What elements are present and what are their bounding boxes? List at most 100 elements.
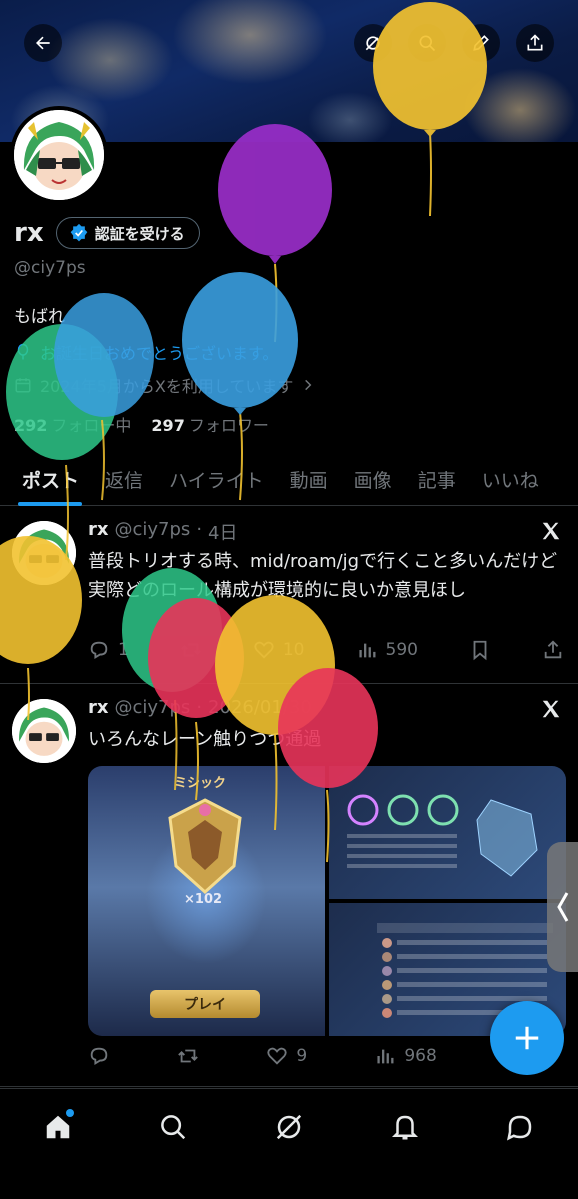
tab-videos[interactable]: 動画	[277, 452, 341, 506]
bookmark-button[interactable]	[469, 639, 491, 661]
repost-button[interactable]	[177, 1045, 199, 1067]
bell-icon	[391, 1115, 418, 1140]
share-button[interactable]	[516, 24, 554, 62]
post-author-name[interactable]: rx	[88, 697, 109, 718]
tab-posts[interactable]: ポスト	[0, 452, 92, 506]
avatar-illustration	[12, 521, 76, 585]
like-button[interactable]: 10	[253, 639, 305, 661]
grok-button[interactable]	[354, 24, 392, 62]
stats-panel-graphic	[347, 794, 538, 877]
following-link[interactable]: 292 フォロー中	[14, 412, 131, 436]
post-separator: ·	[196, 519, 203, 540]
nav-search[interactable]	[153, 1107, 193, 1147]
followers-count: 297	[151, 416, 185, 435]
rank-label: ミシック	[174, 776, 227, 791]
post-media-grid[interactable]: ミシック ×102 プレイ	[88, 766, 566, 1036]
post-share-button[interactable]	[542, 639, 564, 661]
balloon-icon	[218, 124, 332, 343]
verified-badge-icon	[70, 223, 87, 242]
repost-icon	[178, 1049, 198, 1063]
grok-icon	[365, 36, 380, 51]
bottom-navigation	[0, 1088, 578, 1199]
view-count: 968	[404, 1046, 437, 1066]
balloon-icon	[17, 343, 29, 360]
back-button[interactable]	[24, 24, 62, 62]
plus-icon	[515, 1026, 539, 1050]
game-rank-screenshot[interactable]: ミシック ×102 プレイ	[88, 766, 325, 1036]
search-icon	[161, 1115, 186, 1140]
x-logo-icon	[542, 522, 560, 540]
game-stats-screenshot[interactable]	[329, 766, 566, 899]
nav-notifications[interactable]	[385, 1107, 425, 1147]
post-author-name[interactable]: rx	[88, 519, 109, 545]
repost-icon	[181, 643, 201, 657]
like-button[interactable]: 9	[266, 1045, 307, 1067]
reply-button[interactable]: 1	[88, 639, 129, 661]
post-item[interactable]: rx @ciy7ps · 4日 普段トリオする時、mid/roam/jgで行くこ…	[0, 507, 578, 684]
x-logo-icon	[542, 700, 560, 718]
joined-text: 2024年5月からXを利用しています	[40, 377, 294, 396]
post-separator: ·	[196, 697, 203, 718]
grok-icon	[276, 1114, 302, 1140]
search-icon	[419, 35, 436, 52]
joined-row[interactable]: 2024年5月からXを利用しています	[14, 373, 315, 397]
views-bar-chart-icon	[358, 643, 375, 658]
post-header: rx @ciy7ps · 2026/01/30	[88, 697, 312, 718]
side-panel-handle[interactable]	[547, 842, 578, 972]
bookmark-icon	[473, 640, 487, 661]
search-button[interactable]	[408, 24, 446, 62]
message-icon	[507, 1115, 532, 1141]
chevron-right-icon	[305, 379, 312, 391]
repost-button[interactable]	[180, 639, 202, 661]
views-button[interactable]: 590	[356, 639, 418, 661]
calendar-icon	[15, 378, 31, 393]
tab-replies[interactable]: 返信	[92, 452, 156, 506]
post-avatar[interactable]	[12, 521, 76, 585]
compose-post-button[interactable]	[490, 1001, 564, 1075]
profile-bio: もばれ	[14, 307, 65, 327]
tab-likes[interactable]: いいね	[469, 452, 552, 506]
profile-handle: @ciy7ps	[14, 258, 86, 278]
post-avatar[interactable]	[12, 699, 76, 763]
followers-label: フォロワー	[188, 416, 269, 435]
tab-images[interactable]: 画像	[341, 452, 405, 506]
view-count: 590	[385, 640, 418, 660]
profile-avatar[interactable]	[10, 106, 108, 204]
reply-icon	[90, 641, 108, 659]
following-label: フォロー中	[51, 416, 132, 435]
post-actions: 1 10 590	[88, 639, 564, 661]
post-author-handle[interactable]: @ciy7ps	[115, 519, 191, 545]
like-count: 9	[296, 1046, 308, 1066]
views-bar-chart-icon	[377, 1049, 394, 1064]
following-count: 292	[14, 416, 48, 435]
post-author-handle[interactable]: @ciy7ps	[115, 697, 191, 718]
rank-emblem-icon	[168, 798, 242, 895]
reply-count: 1	[118, 640, 129, 660]
post-time[interactable]: 4日	[208, 519, 237, 545]
star-count: ×102	[184, 892, 223, 907]
followers-link[interactable]: 297 フォロワー	[151, 412, 268, 436]
edit-button[interactable]	[462, 24, 500, 62]
tab-highlights[interactable]: ハイライト	[156, 452, 277, 506]
reply-button[interactable]	[88, 1045, 110, 1067]
get-verified-label: 認証を受ける	[94, 224, 185, 243]
get-verified-button[interactable]: 認証を受ける	[55, 217, 200, 249]
post-text: 普段トリオする時、mid/roam/jgで行くこと多いんだけど実際どのロール構成…	[88, 551, 558, 601]
post-header: rx @ciy7ps · 4日	[88, 519, 238, 545]
like-count: 10	[282, 640, 305, 660]
notification-dot	[65, 1109, 74, 1117]
reply-icon	[90, 1047, 108, 1065]
nav-grok[interactable]	[269, 1107, 309, 1147]
share-icon	[527, 34, 543, 51]
birthday-text: お誕生日おめでとうございます。	[40, 344, 279, 363]
nav-home[interactable]	[38, 1107, 78, 1147]
profile-name: rx	[14, 218, 44, 248]
views-button[interactable]: 968	[374, 1045, 437, 1067]
nav-messages[interactable]	[500, 1107, 540, 1147]
play-button[interactable]: プレイ	[150, 990, 260, 1018]
post-text: いろんなレーン触りつつ通過	[88, 729, 322, 750]
post-time[interactable]: 2026/01/30	[208, 697, 312, 718]
avatar-illustration	[14, 110, 104, 200]
share-icon	[544, 640, 562, 659]
tab-articles[interactable]: 記事	[405, 452, 469, 506]
